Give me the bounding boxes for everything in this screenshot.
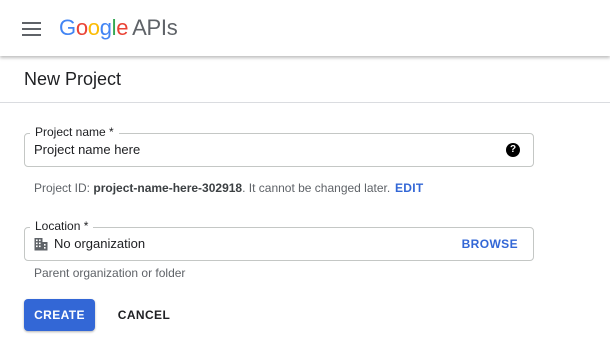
location-label: Location *	[30, 218, 94, 234]
project-id-value: project-name-here-302918	[93, 181, 243, 195]
logo-letter: G	[59, 15, 76, 40]
logo-letter: o	[87, 15, 100, 40]
page-title: New Project	[24, 69, 122, 89]
browse-button[interactable]: BROWSE	[462, 237, 518, 251]
create-button[interactable]: CREATE	[24, 299, 95, 331]
project-id-suffix: . It cannot be changed later.	[242, 181, 391, 195]
building-icon	[34, 238, 48, 251]
logo-letter: e	[116, 15, 129, 40]
location-field[interactable]: Location * No organization BROWSE	[24, 218, 534, 261]
logo-suffix: APIs	[132, 15, 178, 40]
project-name-field[interactable]: Project name * Project name here ?	[24, 124, 534, 167]
cancel-button[interactable]: CANCEL	[107, 299, 181, 331]
help-circle-icon[interactable]: ?	[506, 143, 520, 157]
top-app-bar: Google APIs	[0, 0, 610, 56]
menu-line	[22, 28, 41, 30]
menu-line	[22, 34, 41, 36]
project-name-label: Project name *	[30, 124, 119, 140]
location-value: No organization	[54, 236, 146, 251]
project-id-prefix: Project ID:	[34, 181, 94, 195]
menu-line	[22, 22, 41, 24]
project-name-input[interactable]: Project name here	[34, 142, 140, 158]
page-header: New Project	[0, 56, 610, 103]
logo-letter: g	[99, 15, 112, 40]
logo-letter: o	[75, 15, 88, 40]
project-id-hint: Project ID: project-name-here-302918. It…	[34, 181, 390, 195]
location-hint: Parent organization or folder	[34, 266, 186, 280]
google-apis-logo[interactable]: Google APIs	[59, 15, 178, 41]
hamburger-menu-icon[interactable]	[22, 22, 42, 36]
edit-project-id-button[interactable]: EDIT	[395, 181, 424, 195]
